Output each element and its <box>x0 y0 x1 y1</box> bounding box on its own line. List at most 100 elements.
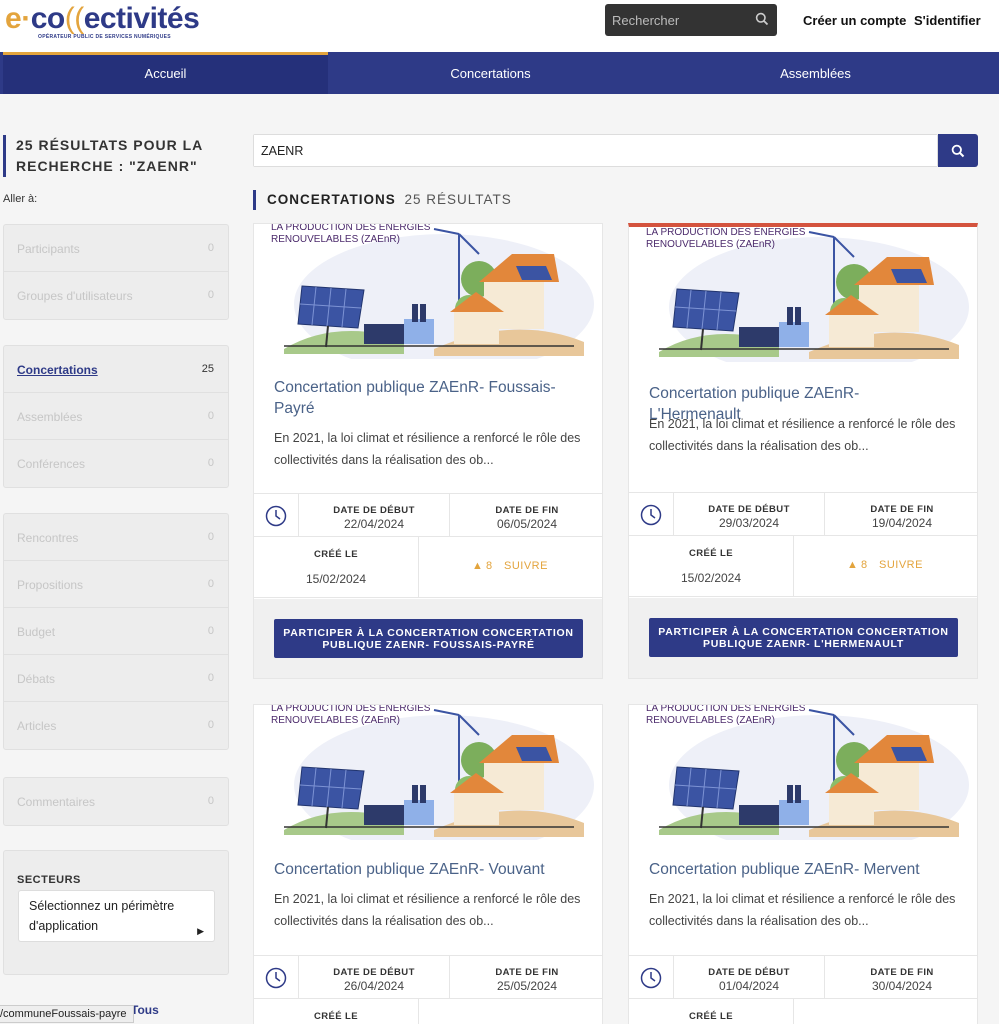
sidebar-item-rencontres[interactable]: Rencontres 0 <box>4 514 228 561</box>
sidebar-item-budget[interactable]: Budget 0 <box>4 608 228 655</box>
card-meta: CRÉÉ LE 15/02/2024 ▲ 8 SUIVRE <box>629 536 977 597</box>
sidebar-item-participants[interactable]: Participants 0 <box>4 225 228 272</box>
start-date-label: DATE DE DÉBUT <box>708 967 790 978</box>
end-date: DATE DE FIN 25/05/2024 <box>450 956 602 999</box>
sidebar-item-count: 0 <box>207 289 214 301</box>
sidebar-item-user-groups[interactable]: Groupes d'utilisateurs 0 <box>4 272 228 319</box>
card-actions: PARTICIPER À LA CONCERTATION CONCERTATIO… <box>629 598 977 678</box>
goto-label: Aller à: <box>3 193 38 205</box>
card-image[interactable]: LA PRODUCTION DES ÉNERGIES RENOUVELABLES … <box>254 224 602 375</box>
card-title[interactable]: Concertation publique ZAEnR- Vouvant <box>274 859 574 880</box>
end-date: DATE DE FIN 06/05/2024 <box>450 494 602 537</box>
sidebar-item-label: Propositions <box>17 578 84 592</box>
main-search <box>253 134 938 167</box>
card-title[interactable]: Concertation publique ZAEnR- Foussais-Pa… <box>274 377 574 419</box>
create-account-link[interactable]: Créer un compte <box>803 13 906 28</box>
card-actions: PARTICIPER À LA CONCERTATION CONCERTATIO… <box>254 599 602 678</box>
sidebar-item-label: Budget <box>17 625 56 639</box>
sidebar-item-label: Conférences <box>17 457 86 471</box>
all-link[interactable]: Tous <box>131 1003 159 1017</box>
main-nav: Accueil Concertations Assemblées <box>0 52 999 94</box>
created-date: CRÉÉ LE 15/02/2024 <box>254 537 419 597</box>
concertation-card: LA PRODUCTION DES ÉNERGIES RENOUVELABLES … <box>628 704 978 1024</box>
card-description: En 2021, la loi climat et résilience a r… <box>649 892 956 928</box>
sidebar-item-count: 0 <box>207 672 214 684</box>
created-label: CRÉÉ LE <box>314 549 358 560</box>
image-caption: LA PRODUCTION DES ÉNERGIES RENOUVELABLES … <box>646 705 805 727</box>
image-caption-line: LA PRODUCTION DES ÉNERGIES <box>271 704 431 714</box>
card-description: En 2021, la loi climat et résilience a r… <box>649 417 956 453</box>
concertation-card: LA PRODUCTION DES ÉNERGIES RENOUVELABLES … <box>628 223 978 679</box>
card-dates: DATE DE DÉBUT 01/04/2024 DATE DE FIN 30/… <box>629 955 977 999</box>
end-date-value: 30/04/2024 <box>871 979 933 993</box>
sidebar-item-conferences[interactable]: Conférences 0 <box>4 440 228 487</box>
sidebar-item-count: 0 <box>207 457 214 469</box>
sidebar-item-debats[interactable]: Débats 0 <box>4 655 228 702</box>
follow-button[interactable]: ▲ 8 SUIVRE <box>795 536 977 596</box>
nav-item-accueil[interactable]: Accueil <box>3 52 328 94</box>
sidebar-item-commentaires[interactable]: Commentaires 0 <box>4 778 228 825</box>
created-date: CRÉÉ LE 15/02/2024 <box>629 536 794 596</box>
clock-icon <box>254 494 299 537</box>
start-date-label: DATE DE DÉBUT <box>333 505 415 516</box>
logo-tagline: OPÉRATEUR PUBLIC DE SERVICES NUMÉRIQUES <box>38 34 171 40</box>
concertation-card: LA PRODUCTION DES ÉNERGIES RENOUVELABLES … <box>253 223 603 679</box>
card-image[interactable]: LA PRODUCTION DES ÉNERGIES RENOUVELABLES … <box>629 227 977 378</box>
sidebar-item-count: 0 <box>207 578 214 590</box>
end-date: DATE DE FIN 19/04/2024 <box>825 493 977 536</box>
followers-count: ▲ 8 <box>472 560 492 572</box>
sidebar-item-label: Articles <box>17 719 57 733</box>
clock-icon <box>629 956 674 999</box>
start-date-label: DATE DE DÉBUT <box>333 967 415 978</box>
created-label: CRÉÉ LE <box>314 1011 358 1022</box>
nav-item-assemblees[interactable]: Assemblées <box>653 52 978 94</box>
image-caption: LA PRODUCTION DES ÉNERGIES RENOUVELABLES … <box>646 227 805 251</box>
card-image[interactable]: LA PRODUCTION DES ÉNERGIES RENOUVELABLES … <box>629 705 977 856</box>
bell-icon: ▲ <box>847 559 858 571</box>
card-dates: DATE DE DÉBUT 29/03/2024 DATE DE FIN 19/… <box>629 492 977 536</box>
section-title: CONCERTATIONS <box>267 192 396 207</box>
follow-label: SUIVRE <box>879 559 923 571</box>
card-description: En 2021, la loi climat et résilience a r… <box>274 431 581 467</box>
main-search-button[interactable] <box>938 134 978 167</box>
image-caption-line: LA PRODUCTION DES ÉNERGIES <box>646 227 806 238</box>
clock-icon <box>254 956 299 999</box>
header-search-input[interactable] <box>605 4 745 36</box>
main-search-input[interactable] <box>254 135 937 166</box>
sidebar-item-count: 0 <box>207 719 214 731</box>
sidebar-item-assemblees[interactable]: Assemblées 0 <box>4 393 228 440</box>
start-date: DATE DE DÉBUT 22/04/2024 <box>299 494 450 537</box>
bell-icon: ▲ <box>472 560 483 572</box>
sidebar-item-articles[interactable]: Articles 0 <box>4 702 228 749</box>
created-value: 15/02/2024 <box>305 572 367 586</box>
created-date: CRÉÉ LE <box>254 999 419 1024</box>
concertation-card: LA PRODUCTION DES ÉNERGIES RENOUVELABLES … <box>253 704 603 1024</box>
logo[interactable]: e·co((ectivités OPÉRATEUR PUBLIC DE SERV… <box>5 2 200 42</box>
header-search <box>605 4 777 36</box>
login-link[interactable]: S'identifier <box>914 13 981 28</box>
sectors-select[interactable]: Sélectionnez un périmètre d'application … <box>18 890 215 942</box>
card-meta: CRÉÉ LE 15/02/2024 ▲ 8 SUIVRE <box>254 537 602 598</box>
search-icon[interactable] <box>755 12 769 31</box>
header: e·co((ectivités OPÉRATEUR PUBLIC DE SERV… <box>0 0 999 52</box>
image-caption-line: RENOUVELABLES (ZAEnR) <box>271 234 400 245</box>
sidebar-item-count: 0 <box>207 410 214 422</box>
participate-button[interactable]: PARTICIPER À LA CONCERTATION CONCERTATIO… <box>274 619 583 658</box>
follow-label: SUIVRE <box>504 560 548 572</box>
status-url: /communeFoussais-payre <box>0 1005 134 1023</box>
image-caption-line: RENOUVELABLES (ZAEnR) <box>646 239 775 250</box>
sidebar-item-concertations[interactable]: Concertations 25 <box>4 346 228 393</box>
followers-value: 8 <box>860 559 868 571</box>
follow-button[interactable]: ▲ 8 SUIVRE <box>420 537 602 597</box>
participate-button[interactable]: PARTICIPER À LA CONCERTATION CONCERTATIO… <box>649 618 958 657</box>
card-meta: CRÉÉ LE <box>629 999 977 1024</box>
start-date-value: 01/04/2024 <box>718 979 780 993</box>
card-dates: DATE DE DÉBUT 22/04/2024 DATE DE FIN 06/… <box>254 493 602 537</box>
image-caption: LA PRODUCTION DES ÉNERGIES RENOUVELABLES … <box>271 704 431 727</box>
created-label: CRÉÉ LE <box>689 1011 733 1022</box>
sidebar-item-propositions[interactable]: Propositions 0 <box>4 561 228 608</box>
sidebar-item-label: Participants <box>17 242 80 256</box>
card-title[interactable]: Concertation publique ZAEnR- Mervent <box>649 859 949 880</box>
nav-item-concertations[interactable]: Concertations <box>328 52 653 94</box>
card-image[interactable]: LA PRODUCTION DES ÉNERGIES RENOUVELABLES … <box>254 704 602 856</box>
